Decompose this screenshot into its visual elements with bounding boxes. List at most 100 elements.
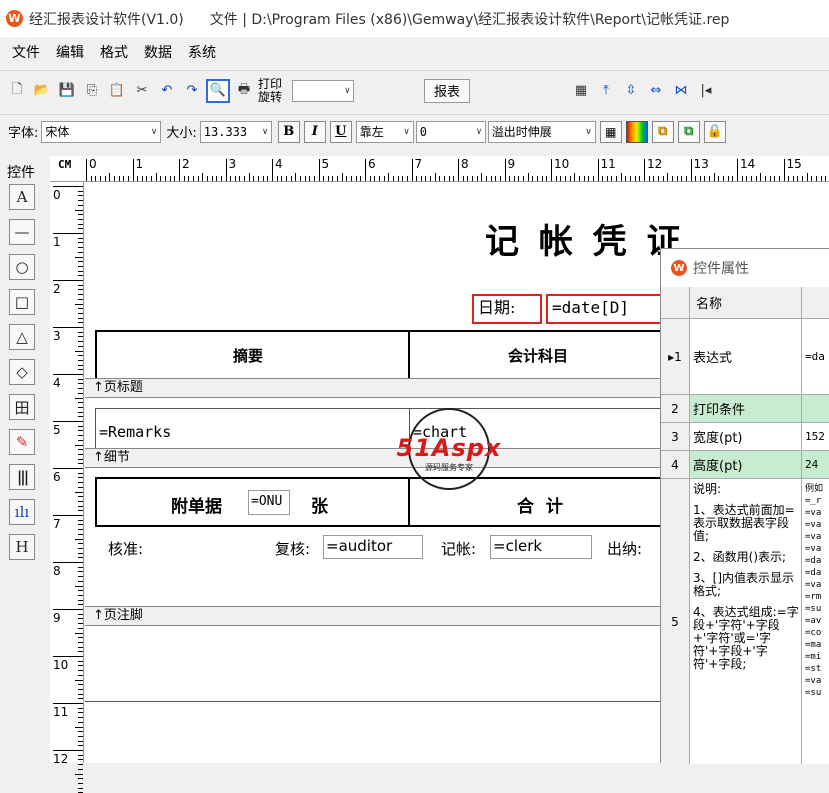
first-page-icon[interactable]: |◂: [695, 80, 717, 102]
app-title: 经汇报表设计软件(V1.0): [29, 11, 184, 28]
cashier-label[interactable]: 出纳:: [607, 538, 642, 559]
ruler-number: 12: [647, 157, 663, 171]
bold-button[interactable]: B: [277, 120, 300, 143]
property-row-width[interactable]: 3 宽度(pt) 152: [661, 423, 829, 451]
ruler-number: 6: [53, 470, 61, 484]
barcode-tool-icon[interactable]: |||: [9, 464, 35, 490]
ruler-tick: [75, 632, 83, 634]
ruler-tick: [327, 176, 329, 181]
approve-label[interactable]: 核准:: [108, 538, 143, 559]
grid-icon[interactable]: ▦: [599, 120, 622, 143]
review-label[interactable]: 复核:: [275, 538, 310, 559]
undo-icon[interactable]: ↶: [156, 80, 178, 102]
ruler-tick: [78, 317, 83, 319]
ellipse-tool-icon[interactable]: ○: [9, 254, 35, 280]
align-top-icon[interactable]: ⤒: [595, 80, 617, 102]
save-icon[interactable]: 💾: [56, 80, 78, 102]
ruler-tick: [355, 176, 357, 181]
html-tool-icon[interactable]: H: [9, 534, 35, 560]
ruler-number: 2: [182, 157, 190, 171]
ruler-tick: [53, 374, 83, 375]
ruler-tick: [732, 176, 734, 181]
ruler-tick: [78, 214, 83, 216]
properties-panel: W 控件属性 名称 ▸1 表达式 =da 2 打印条件 3 宽度(pt) 152…: [660, 248, 829, 764]
font-select[interactable]: 宋体 ∨: [41, 120, 162, 143]
app-logo-icon: W: [671, 260, 687, 276]
report-title[interactable]: 记 帐 凭 证: [485, 214, 685, 263]
calculator-icon[interactable]: ▦: [570, 80, 592, 102]
cut-icon[interactable]: ✂: [131, 80, 153, 102]
underline-button[interactable]: U: [329, 120, 352, 143]
property-row-print-condition[interactable]: 2 打印条件: [661, 395, 829, 423]
new-file-icon[interactable]: 🗋: [6, 80, 28, 102]
redo-icon[interactable]: ↷: [181, 80, 203, 102]
align-width-icon[interactable]: ⇔: [645, 80, 667, 102]
menu-file[interactable]: 文件: [4, 42, 48, 62]
attach-label[interactable]: 附单据: [171, 492, 222, 517]
ruler-tick: [75, 303, 83, 305]
ruler-number: 0: [89, 157, 97, 171]
color-icon[interactable]: [625, 120, 648, 143]
text-tool-icon[interactable]: A: [9, 184, 35, 210]
ruler-tick: [560, 176, 562, 181]
property-row-height[interactable]: 4 高度(pt) 24: [661, 451, 829, 479]
print-icon[interactable]: 🖶: [233, 80, 255, 102]
bring-front-icon[interactable]: ⧉: [651, 120, 674, 143]
ruler-tick: [78, 566, 83, 568]
rectangle-tool-icon[interactable]: □: [9, 289, 35, 315]
ruler-tick: [792, 176, 794, 181]
size-select[interactable]: 13.333 ∨: [199, 120, 272, 143]
ruler-tick: [78, 486, 83, 488]
copy-icon[interactable]: ⎘: [81, 80, 103, 102]
properties-titlebar[interactable]: W 控件属性: [661, 249, 829, 287]
toolbar-combo[interactable]: ∨: [292, 79, 354, 102]
table-tool-icon[interactable]: 田: [9, 394, 35, 420]
clerk-field[interactable]: =clerk: [490, 535, 592, 559]
date-field-box[interactable]: =date[D]: [546, 294, 666, 324]
menu-edit[interactable]: 编辑: [48, 42, 92, 62]
send-back-icon[interactable]: ⧉: [677, 120, 700, 143]
menu-format[interactable]: 格式: [92, 42, 136, 62]
description-example: =va: [805, 508, 822, 518]
ruler-tick: [625, 176, 627, 181]
property-row-expression[interactable]: ▸1 表达式 =da: [661, 319, 829, 395]
triangle-tool-icon[interactable]: △: [9, 324, 35, 350]
attach-unit[interactable]: 张: [311, 492, 328, 517]
chart-tool-icon[interactable]: ılı: [9, 499, 35, 525]
open-folder-icon[interactable]: 📂: [31, 80, 53, 102]
auditor-field[interactable]: =auditor: [323, 535, 423, 559]
paste-icon[interactable]: 📋: [106, 80, 128, 102]
report-button[interactable]: 报表: [424, 78, 470, 103]
ruler-tick: [546, 176, 548, 181]
ruler-tick: [564, 176, 566, 181]
line-tool-icon[interactable]: —: [9, 219, 35, 245]
attach-field[interactable]: =ONU: [248, 490, 290, 515]
ruler-tick: [75, 209, 83, 211]
col-summary-header[interactable]: 摘要: [233, 345, 263, 366]
description-example: =va: [805, 544, 822, 554]
menu-data[interactable]: 数据: [136, 42, 180, 62]
col-account-header[interactable]: 会计科目: [508, 345, 568, 366]
diamond-tool-icon[interactable]: ◇: [9, 359, 35, 385]
ruler-tick: [304, 176, 306, 181]
overflow-select[interactable]: 溢出时伸展 ∨: [487, 120, 596, 143]
print-preview-icon[interactable]: 🔍: [206, 78, 230, 103]
align-vcenter-icon[interactable]: ⇳: [620, 80, 642, 102]
align-select[interactable]: 靠左 ∨: [355, 120, 414, 143]
description-example: =co: [805, 628, 822, 638]
italic-button[interactable]: I: [303, 120, 326, 143]
ruler-tick: [78, 223, 83, 225]
print-rotate-label[interactable]: 打印旋转: [258, 77, 286, 104]
ruler-number: 10: [53, 658, 69, 672]
ruler-tick: [764, 176, 766, 181]
date-label-box[interactable]: 日期:: [472, 294, 542, 324]
total-label[interactable]: 合 计: [517, 492, 563, 517]
menu-system[interactable]: 系统: [180, 42, 224, 62]
bookkeep-label[interactable]: 记帐:: [441, 538, 476, 559]
indent-select[interactable]: 0 ∨: [415, 120, 486, 143]
align-hcenter-icon[interactable]: ⋈: [670, 80, 692, 102]
property-row-description[interactable]: 5 说明: 1、表达式前面加=表示取数据表字段值; 2、函数用()表示; 3、[]内值…: [661, 479, 829, 764]
remarks-field[interactable]: =Remarks: [99, 423, 171, 441]
lock-icon[interactable]: 🔒: [703, 120, 726, 143]
image-tool-icon[interactable]: ✎: [9, 429, 35, 455]
